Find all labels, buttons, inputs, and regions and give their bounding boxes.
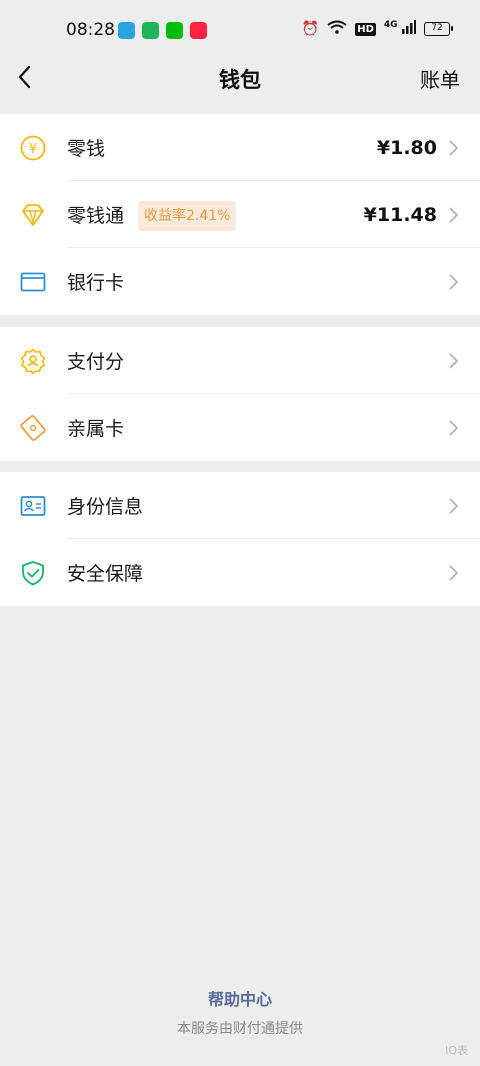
row-change[interactable]: ¥ 零钱 ¥1.80 <box>0 114 480 181</box>
card-icon <box>20 272 46 292</box>
score-badge-icon <box>20 348 46 374</box>
status-app-icons <box>118 22 207 39</box>
page-title: 钱包 <box>219 68 261 92</box>
chevron-right-icon <box>449 420 459 436</box>
nav-bar: 钱包 账单 <box>0 64 480 114</box>
row-identity[interactable]: 身份信息 <box>0 472 480 539</box>
shield-icon <box>22 561 44 586</box>
provider-note: 本服务由财付通提供 <box>177 1021 303 1037</box>
row-label: 身份信息 <box>67 496 144 518</box>
family-card-icon <box>20 415 46 441</box>
row-label: 零钱通 <box>67 205 125 227</box>
row-label: 安全保障 <box>67 563 144 585</box>
chevron-right-icon <box>449 498 459 514</box>
status-bar: 08:28 ⏰ HD 4G 72 <box>0 0 480 64</box>
chevron-right-icon <box>449 565 459 581</box>
video-app-icon <box>142 22 159 39</box>
network-type: 4G <box>383 20 398 30</box>
row-label: 亲属卡 <box>67 418 125 440</box>
iqiyi-icon <box>166 22 183 39</box>
status-time: 08:28 <box>66 20 115 40</box>
yield-badge: 收益率2.41% <box>138 201 237 231</box>
chevron-right-icon <box>449 353 459 369</box>
battery-indicator: 72 <box>424 22 453 36</box>
security-group: 身份信息 安全保障 <box>0 472 480 606</box>
alarm-icon: ⏰ <box>301 21 320 37</box>
chevron-right-icon <box>449 274 459 290</box>
row-value: ¥1.80 <box>376 136 437 159</box>
row-label: 银行卡 <box>67 272 125 294</box>
svg-text:¥: ¥ <box>29 142 37 157</box>
status-indicators: ⏰ HD 4G 72 <box>301 20 453 38</box>
row-security[interactable]: 安全保障 <box>0 539 480 606</box>
help-center-link[interactable]: 帮助中心 <box>0 986 480 1010</box>
hd-icon: HD <box>355 22 376 36</box>
row-bank-card[interactable]: 银行卡 <box>0 248 480 315</box>
chevron-right-icon <box>449 140 459 156</box>
watermark: IQ表 <box>445 1044 468 1057</box>
yen-coin-icon: ¥ <box>20 135 46 161</box>
row-label: 支付分 <box>67 351 125 373</box>
credit-group: 支付分 亲属卡 <box>0 327 480 461</box>
row-label: 零钱 <box>67 138 106 160</box>
row-pay-score[interactable]: 支付分 <box>0 327 480 394</box>
telegram-icon <box>118 22 135 39</box>
row-family-card[interactable]: 亲属卡 <box>0 394 480 461</box>
diamond-icon <box>22 204 44 226</box>
id-card-icon <box>20 496 46 516</box>
wifi-icon <box>327 20 347 38</box>
signal-icon: 4G <box>384 20 416 38</box>
wallet-balance-group: ¥ 零钱 ¥1.80 零钱通 收益率2.41% ¥11.48 银行卡 <box>0 114 480 315</box>
xiaohongshu-icon <box>190 22 207 39</box>
bill-button[interactable]: 账单 <box>420 64 460 93</box>
row-value: ¥11.48 <box>363 203 437 226</box>
row-change-plus[interactable]: 零钱通 收益率2.41% ¥11.48 <box>0 181 480 248</box>
chevron-right-icon <box>449 207 459 223</box>
